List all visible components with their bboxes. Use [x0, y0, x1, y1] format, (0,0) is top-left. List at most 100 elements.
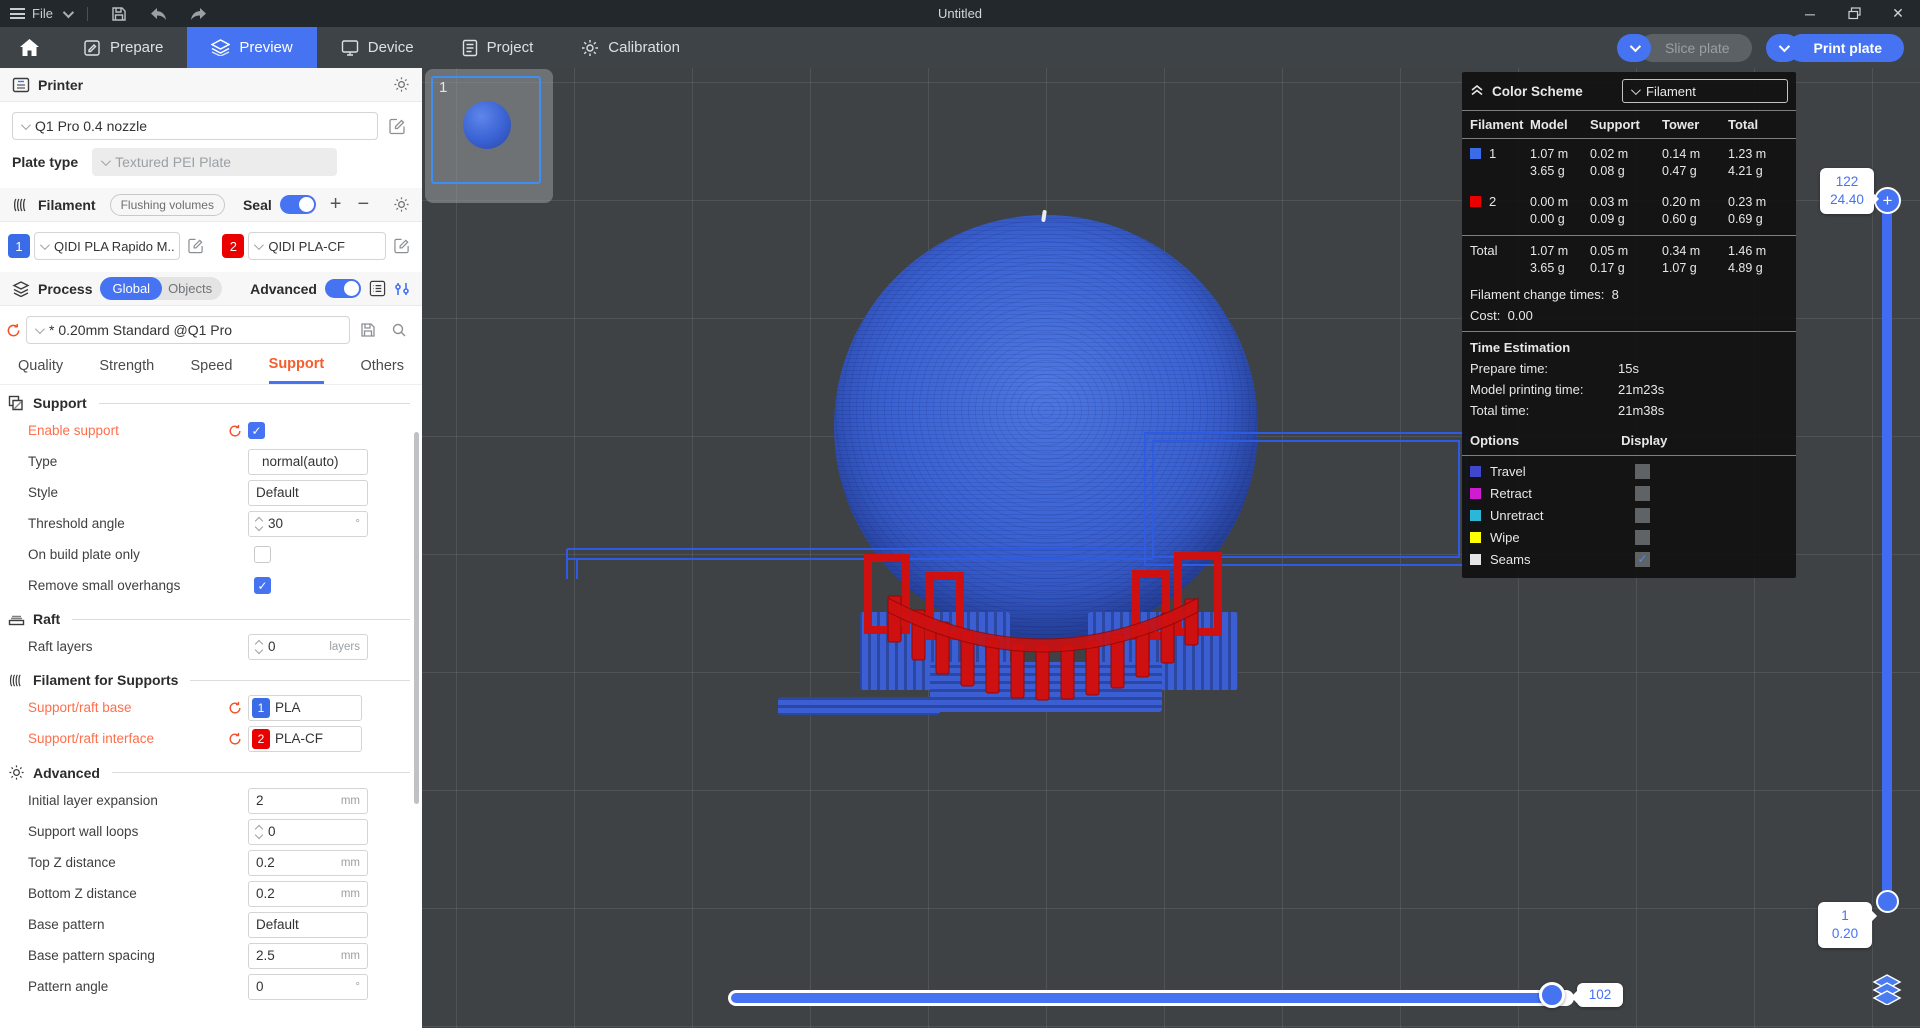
edit-printer-icon[interactable]	[384, 113, 410, 139]
filament-2-dropdown[interactable]: QIDI PLA-CF	[248, 232, 386, 260]
top-z-distance-input[interactable]: 0.2 mm	[248, 849, 368, 876]
titlebar-divider	[86, 6, 88, 21]
initial-layer-expansion-unit: mm	[340, 794, 360, 807]
bottom-z-distance-label: Bottom Z distance	[28, 886, 137, 901]
minimize-button[interactable]: ─	[1788, 0, 1832, 27]
file-menu-chevron-icon[interactable]	[62, 6, 75, 18]
support-wall-loops-input[interactable]: 0	[248, 818, 368, 845]
printer-settings-gear-icon[interactable]	[393, 76, 410, 93]
retract-display-checkbox[interactable]	[1635, 485, 1650, 501]
wipe-display-checkbox[interactable]	[1635, 529, 1650, 545]
remove-filament-button[interactable]: −	[357, 193, 369, 216]
support-type-dropdown[interactable]: normal(auto)	[248, 448, 368, 475]
tab-quality[interactable]: Quality	[18, 358, 63, 383]
filament-for-supports-icon	[9, 673, 21, 687]
tab-support[interactable]: Support	[268, 356, 325, 384]
compare-presets-icon[interactable]	[394, 281, 410, 297]
scope-objects-option[interactable]: Objects	[162, 281, 222, 296]
process-tab-strip: Quality Strength Speed Support Others	[0, 346, 422, 385]
edit-filament-1-icon[interactable]	[184, 233, 208, 259]
sidebar-scrollbar[interactable]	[414, 432, 419, 804]
filament-1-color-swatch	[1470, 148, 1481, 159]
tab-calibration[interactable]: Calibration	[557, 27, 704, 68]
remove-small-overhangs-checkbox[interactable]: ✓	[254, 577, 271, 594]
slice-options-chevron[interactable]	[1616, 33, 1651, 62]
col-tower: Tower	[1662, 117, 1700, 132]
tab-home[interactable]	[0, 27, 59, 68]
support-raft-interface-dropdown[interactable]: 2 PLA-CF	[248, 725, 362, 752]
seams-display-checkbox[interactable]: ✓	[1635, 551, 1650, 567]
travel-display-checkbox[interactable]	[1635, 463, 1650, 479]
hamburger-icon	[10, 8, 25, 19]
slice-plate-button[interactable]: Slice plate	[1638, 33, 1752, 62]
parameter-list-icon[interactable]	[369, 280, 386, 297]
layer-range-slider-track[interactable]	[1882, 202, 1892, 902]
reset-support-raft-base-icon[interactable]	[228, 701, 242, 715]
on-build-plate-only-checkbox[interactable]	[254, 546, 271, 563]
flushing-volumes-button[interactable]: Flushing volumes	[109, 193, 225, 216]
save-icon[interactable]	[104, 4, 134, 24]
undo-icon[interactable]	[144, 4, 174, 24]
spinner-arrows-icon[interactable]	[254, 639, 264, 654]
reset-enable-support-icon[interactable]	[228, 424, 242, 438]
tab-prepare[interactable]: Prepare	[59, 27, 187, 68]
chevron-down-icon	[101, 155, 112, 166]
filament-settings-gear-icon[interactable]	[393, 196, 410, 213]
advanced-toggle[interactable]	[325, 279, 361, 298]
plate-type-dropdown[interactable]: Textured PEI Plate	[92, 148, 338, 176]
base-pattern-spacing-input[interactable]: 2.5 mm	[248, 942, 368, 969]
initial-layer-expansion-input[interactable]: 2 mm	[248, 787, 368, 814]
tab-preview-label: Preview	[239, 39, 293, 56]
print-options-chevron[interactable]	[1765, 33, 1800, 62]
enable-support-checkbox[interactable]: ✓	[248, 422, 265, 439]
edit-filament-2-icon[interactable]	[390, 233, 414, 259]
bottom-z-distance-unit: mm	[340, 887, 360, 900]
redo-icon[interactable]	[184, 4, 214, 24]
unretract-color-swatch	[1470, 509, 1481, 521]
move-slider-handle[interactable]	[1539, 982, 1565, 1008]
spinner-arrows-icon[interactable]	[254, 516, 264, 531]
raft-layers-input[interactable]: 0 layers	[248, 633, 368, 660]
reset-preset-icon[interactable]	[6, 323, 21, 338]
process-preset-dropdown[interactable]: * 0.20mm Standard @Q1 Pro	[26, 316, 350, 344]
layer-slider-top-tooltip: 122 24.40	[1820, 168, 1880, 214]
close-button[interactable]: ✕	[1876, 0, 1920, 27]
tab-strength[interactable]: Strength	[99, 358, 154, 383]
layer-view-icon[interactable]	[1870, 971, 1904, 1005]
unretract-display-checkbox[interactable]	[1635, 507, 1650, 523]
collapse-panel-icon[interactable]	[1470, 85, 1484, 97]
tab-project[interactable]: Project	[438, 27, 558, 68]
save-preset-icon[interactable]	[355, 317, 381, 343]
filament-for-supports-group-header: Filament for Supports	[0, 662, 422, 692]
add-filament-button[interactable]: +	[330, 193, 342, 216]
layer-slider-bottom-handle[interactable]	[1876, 890, 1899, 913]
tab-preview[interactable]: Preview	[187, 27, 317, 68]
tab-others[interactable]: Others	[360, 358, 404, 383]
preview-3d-viewport[interactable]: 1 Color Scheme Filament Filament Model S…	[422, 68, 1920, 1028]
printer-preset-dropdown[interactable]: Q1 Pro 0.4 nozzle	[12, 112, 378, 140]
filament-1-badge[interactable]: 1	[8, 234, 30, 258]
tab-device[interactable]: Device	[317, 27, 438, 68]
print-plate-button[interactable]: Print plate	[1787, 33, 1904, 62]
spinner-arrows-icon[interactable]	[254, 824, 264, 839]
base-pattern-dropdown[interactable]: Default	[248, 911, 368, 938]
pattern-angle-input[interactable]: 0 °	[248, 973, 368, 1000]
color-scheme-dropdown[interactable]: Filament	[1622, 79, 1788, 103]
tab-calibration-label: Calibration	[608, 39, 680, 56]
restore-button[interactable]	[1832, 0, 1876, 27]
support-raft-base-dropdown[interactable]: 1 PLA	[248, 694, 362, 721]
scope-global-option[interactable]: Global	[100, 277, 163, 300]
move-slider-track[interactable]	[728, 990, 1574, 1006]
filament-2-badge[interactable]: 2	[222, 234, 245, 258]
layer-slider-top-handle[interactable]: +	[1874, 187, 1901, 214]
file-menu-button[interactable]: File	[10, 6, 53, 21]
reset-support-raft-interface-icon[interactable]	[228, 732, 242, 746]
tab-speed[interactable]: Speed	[190, 358, 232, 383]
chevron-down-icon	[1629, 40, 1642, 52]
search-settings-icon[interactable]	[386, 317, 412, 343]
seal-toggle[interactable]	[279, 195, 316, 214]
support-style-dropdown[interactable]: Default	[248, 479, 368, 506]
threshold-angle-input[interactable]: 30 °	[248, 510, 368, 537]
bottom-z-distance-input[interactable]: 0.2 mm	[248, 880, 368, 907]
filament-1-dropdown[interactable]: QIDI PLA Rapido M...	[34, 232, 180, 260]
